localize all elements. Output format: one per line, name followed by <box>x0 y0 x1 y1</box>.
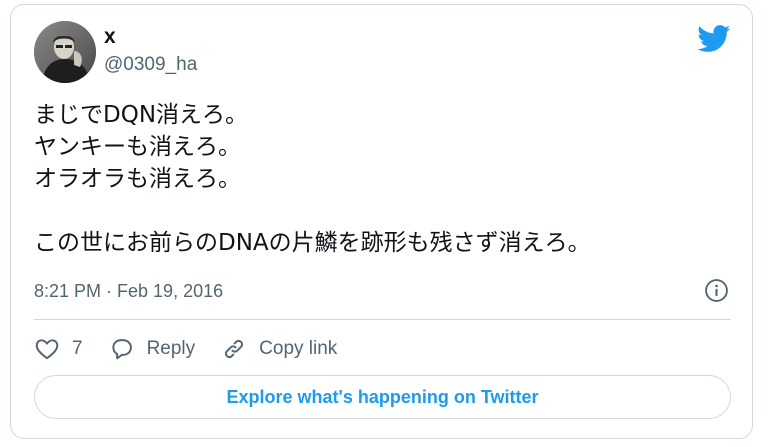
tweet-line: ヤンキーも消えろ。 <box>34 134 241 160</box>
heart-icon <box>35 339 59 360</box>
reply-bubble-icon <box>111 339 132 360</box>
copy-link-label: Copy link <box>259 338 338 359</box>
tweet-card: x @0309_ha まじでDQN消えろ。 ヤンキーも消えろ。 オラオラも消えろ… <box>10 4 753 439</box>
tweet-timestamp[interactable]: 8:21 PM · Feb 19, 2016 <box>34 279 223 303</box>
display-name[interactable]: x <box>104 24 116 50</box>
user-handle[interactable]: @0309_ha <box>104 53 197 77</box>
like-button[interactable]: 7 <box>34 336 83 362</box>
profile-photo-icon <box>34 21 96 83</box>
link-icon <box>225 339 244 359</box>
info-icon[interactable] <box>704 278 729 303</box>
twitter-bird-icon[interactable] <box>697 25 731 53</box>
divider <box>34 319 731 320</box>
tweet-text: まじでDQN消えろ。 ヤンキーも消えろ。 オラオラも消えろ。 この世にお前らのD… <box>34 99 724 259</box>
like-count: 7 <box>72 338 83 359</box>
tweet-line <box>34 195 724 227</box>
copy-link-button[interactable]: Copy link <box>221 336 337 362</box>
explore-twitter-button[interactable]: Explore what's happening on Twitter <box>34 375 731 419</box>
tweet-line: この世にお前らのDNAの片鱗を跡形も残さず消えろ。 <box>34 230 591 256</box>
tweet-line: オラオラも消えろ。 <box>34 166 241 192</box>
tweet-actions: 7 Reply Copy link <box>34 331 337 367</box>
avatar[interactable] <box>34 21 96 83</box>
reply-button[interactable]: Reply <box>109 336 196 362</box>
reply-label: Reply <box>146 338 196 359</box>
tweet-line: まじでDQN消えろ。 <box>34 102 249 128</box>
